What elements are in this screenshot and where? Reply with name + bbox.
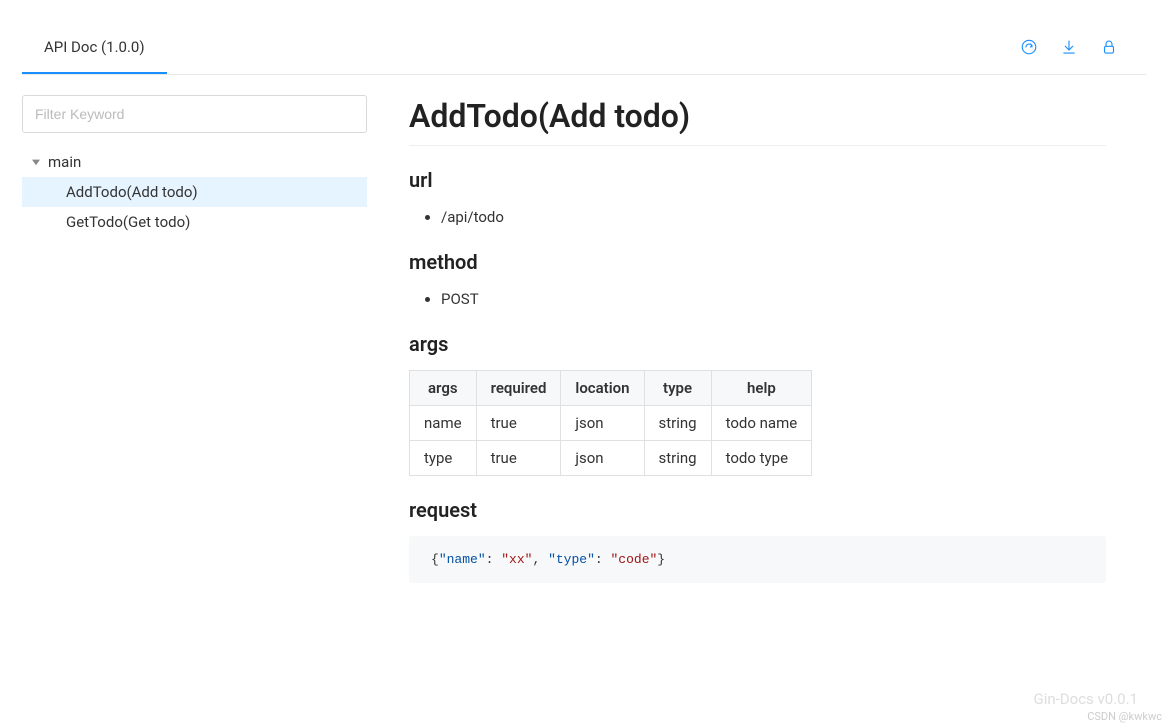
url-value: /api/todo [441,206,1106,228]
toolbar-icons [1020,38,1146,56]
sidebar-item-label: AddTodo(Add todo) [66,183,198,201]
sidebar-item-label: GetTodo(Get todo) [66,213,190,231]
caret-down-icon [32,158,40,166]
sidebar-item-addtodo[interactable]: AddTodo(Add todo) [22,177,367,207]
sidebar: main AddTodo(Add todo) GetTodo(Get todo) [22,75,387,726]
filter-input[interactable] [22,95,367,133]
tab-api-doc[interactable]: API Doc (1.0.0) [22,20,167,74]
app-window: API Doc (1.0.0) main [0,0,1168,726]
section-heading-method: method [409,250,1106,274]
download-icon[interactable] [1060,38,1078,56]
section-heading-args: args [409,332,1106,356]
content-pane[interactable]: AddTodo(Add todo) url /api/todo method P… [387,75,1146,726]
cell: json [561,441,644,476]
sidebar-item-gettodo[interactable]: GetTodo(Get todo) [22,207,367,237]
cell: todo type [711,441,812,476]
cell: name [410,406,477,441]
sidebar-group-label: main [48,153,81,171]
th-location: location [561,371,644,406]
table-row: type true json string todo type [410,441,812,476]
endpoint-title: AddTodo(Add todo) [409,97,1106,146]
lock-icon[interactable] [1100,38,1118,56]
method-list: POST [409,288,1106,310]
th-help: help [711,371,812,406]
args-table: args required location type help name tr… [409,370,812,476]
main-area: main AddTodo(Add todo) GetTodo(Get todo)… [22,75,1146,726]
section-heading-url: url [409,168,1106,192]
cell: type [410,441,477,476]
url-list: /api/todo [409,206,1106,228]
refresh-icon[interactable] [1020,38,1038,56]
table-header-row: args required location type help [410,371,812,406]
method-value: POST [441,288,1106,310]
cell: true [476,441,561,476]
th-args: args [410,371,477,406]
top-bar: API Doc (1.0.0) [22,20,1146,75]
tabs-container: API Doc (1.0.0) [22,20,167,74]
cell: todo name [711,406,812,441]
sidebar-group-main[interactable]: main [22,147,367,177]
cell: string [644,441,711,476]
th-type: type [644,371,711,406]
cell: true [476,406,561,441]
th-required: required [476,371,561,406]
request-code-block: {"name": "xx", "type": "code"} [409,536,1106,583]
cell: string [644,406,711,441]
cell: json [561,406,644,441]
section-heading-request: request [409,498,1106,522]
sidebar-tree: main AddTodo(Add todo) GetTodo(Get todo) [22,147,367,237]
table-row: name true json string todo name [410,406,812,441]
